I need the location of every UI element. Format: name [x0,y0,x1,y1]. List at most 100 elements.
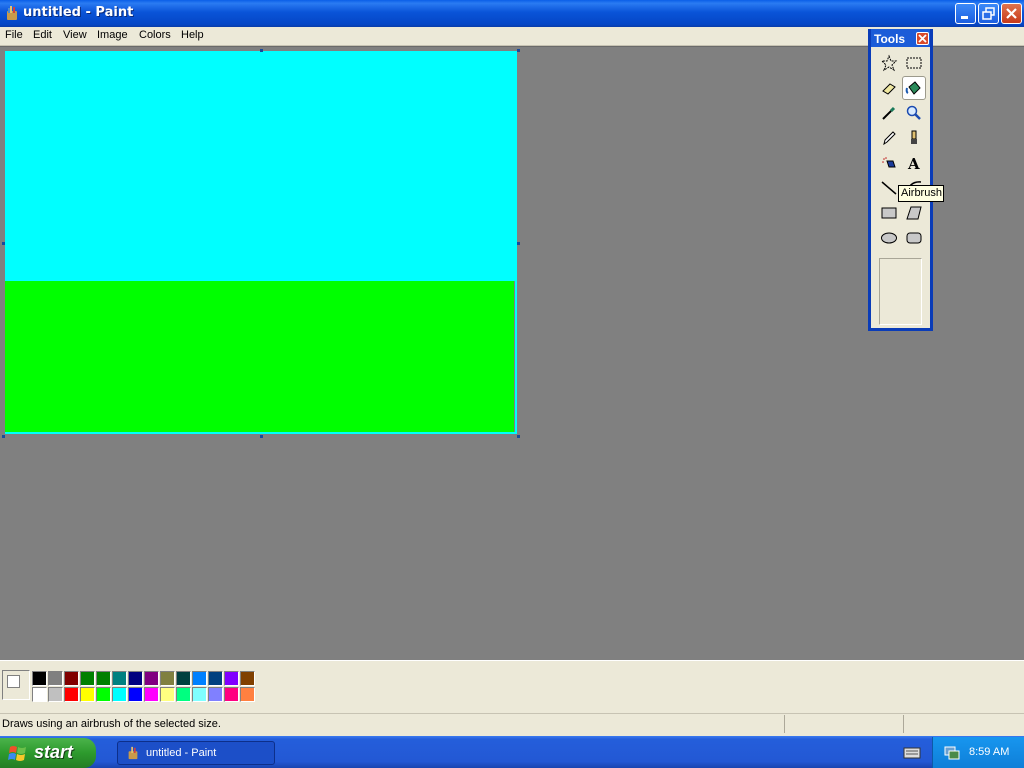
palette-color-swatch[interactable] [208,687,223,702]
rectangle-tool[interactable] [877,201,901,225]
window-title: untitled - Paint [23,5,134,20]
drawing-canvas[interactable] [5,51,517,434]
magnifier-icon [906,105,921,120]
polygon-icon [906,206,922,220]
taskbar: start untitled - Paint 8:59 AM [0,736,1024,768]
menu-view[interactable]: View [63,29,87,41]
palette-color-swatch[interactable] [80,671,95,686]
palette-color-swatch[interactable] [224,687,239,702]
palette-color-swatch[interactable] [112,687,127,702]
palette-color-swatch[interactable] [224,671,239,686]
palette-color-swatch[interactable] [112,671,127,686]
palette-color-swatch[interactable] [192,671,207,686]
pick-color-tool[interactable] [877,101,901,125]
select-icon [906,57,922,69]
restore-button[interactable] [978,3,999,24]
line-icon [881,181,897,195]
resize-handle-top [260,49,263,52]
current-colors [2,670,30,700]
palette-color-swatch[interactable] [48,687,63,702]
airbrush-tool[interactable] [877,151,901,175]
menu-colors[interactable]: Colors [139,29,171,41]
keyboard-icon[interactable] [903,744,921,760]
tooltip: Airbrush [898,185,944,202]
status-bar: Draws using an airbrush of the selected … [0,713,1024,733]
start-button[interactable]: start [0,738,96,768]
palette-color-swatch[interactable] [96,687,111,702]
svg-text:A: A [907,155,920,172]
tool-options-box[interactable] [879,258,922,325]
palette-color-swatch[interactable] [144,671,159,686]
ellipse-icon [881,232,897,244]
palette-color-swatch[interactable] [176,687,191,702]
palette-color-swatch[interactable] [160,687,175,702]
taskbar-item-label: untitled - Paint [146,747,217,759]
free-form-select-icon [880,54,898,72]
menu-file[interactable]: File [5,29,23,41]
rounded-rectangle-tool[interactable] [902,226,926,250]
minimize-icon [961,16,968,19]
brush-tool[interactable] [902,126,926,150]
minimize-button[interactable] [955,3,976,24]
palette-color-swatch[interactable] [192,687,207,702]
palette-color-swatch[interactable] [64,687,79,702]
system-tray: 8:59 AM [932,737,1024,768]
text-tool[interactable]: A [902,151,926,175]
status-pane-size [903,715,1024,733]
palette-color-swatch[interactable] [128,671,143,686]
eraser-icon [882,83,896,95]
palette-color-swatch[interactable] [80,687,95,702]
palette-color-swatch[interactable] [144,687,159,702]
close-button[interactable] [1001,3,1022,24]
close-icon [918,34,927,43]
text-icon: A [907,155,920,172]
free-form-select-tool[interactable] [877,51,901,75]
resize-handle-top-right [517,49,520,52]
rounded-rectangle-icon [906,232,922,244]
menu-edit[interactable]: Edit [33,29,52,41]
canvas-edge [5,51,517,434]
palette-color-swatch[interactable] [240,687,255,702]
palette-color-swatch[interactable] [96,671,111,686]
paint-app-icon [128,746,138,760]
palette-color-swatch[interactable] [240,671,255,686]
palette-color-swatch[interactable] [48,671,63,686]
paint-app-icon [7,6,17,20]
resize-handle-right[interactable] [517,242,520,245]
palette-color-swatch[interactable] [176,671,191,686]
eraser-tool[interactable] [877,76,901,100]
magnifier-tool[interactable] [902,101,926,125]
palette-color-swatch[interactable] [64,671,79,686]
tools-close-button[interactable] [916,32,929,45]
palette-color-swatch[interactable] [128,687,143,702]
tools-window: Tools A [868,29,933,331]
status-text: Draws using an airbrush of the selected … [2,718,221,730]
resize-handle-left [2,242,5,245]
pencil-tool[interactable] [877,126,901,150]
clock: 8:59 AM [969,746,1010,758]
palette-color-swatch[interactable] [208,671,223,686]
brush-icon [911,130,917,144]
menu-help[interactable]: Help [181,29,204,41]
resize-handle-bottom-left [2,435,5,438]
polygon-tool[interactable] [902,201,926,225]
resize-handle-bottom-right[interactable] [517,435,520,438]
pick-color-icon [882,106,896,120]
palette-color-swatch[interactable] [160,671,175,686]
ellipse-tool[interactable] [877,226,901,250]
foreground-color[interactable] [7,675,20,688]
select-tool[interactable] [902,51,926,75]
airbrush-icon [882,157,896,168]
menu-image[interactable]: Image [97,29,128,41]
network-icon[interactable] [943,745,961,761]
fill-with-color-tool[interactable] [902,76,926,100]
resize-handle-bottom[interactable] [260,435,263,438]
palette-color-swatch[interactable] [32,687,47,702]
windows-logo-icon [8,746,26,761]
taskbar-item-paint[interactable]: untitled - Paint [117,741,275,765]
fill-with-color-icon [905,81,921,95]
title-bar: untitled - Paint [0,0,1024,27]
restore-icon [982,7,995,20]
palette-color-swatch[interactable] [32,671,47,686]
close-icon [1006,8,1017,19]
